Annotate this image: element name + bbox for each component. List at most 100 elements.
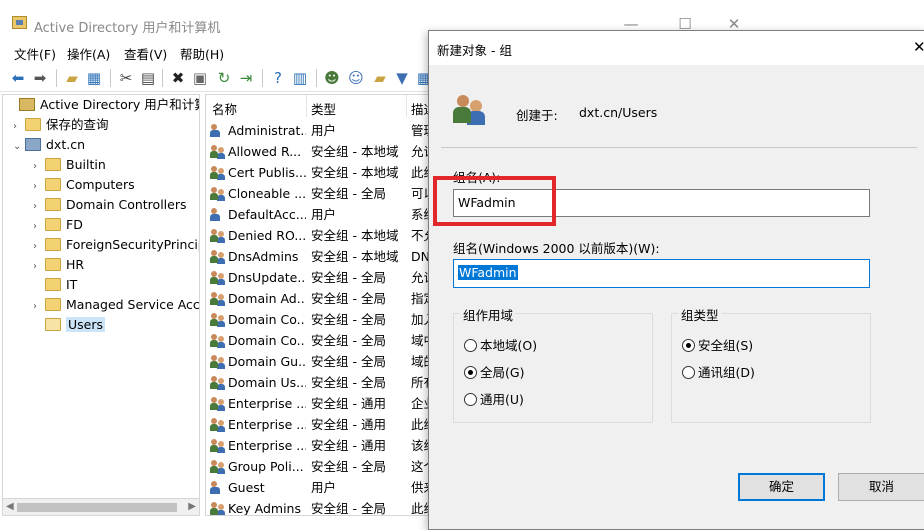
delete-icon[interactable]: ✖ bbox=[168, 68, 188, 88]
list-item[interactable]: Domain Co...安全组 - 全局域中 bbox=[206, 330, 429, 351]
ok-button[interactable]: 确定 bbox=[738, 473, 825, 501]
tree-node[interactable]: › HR bbox=[33, 255, 84, 275]
object-type: 安全组 - 全局 bbox=[311, 459, 386, 474]
list-item[interactable]: Cloneable ...安全组 - 全局可以 bbox=[206, 183, 429, 204]
list-item[interactable]: Group Poli...安全组 - 全局这个 bbox=[206, 456, 429, 477]
list-item[interactable]: Cert Publis...安全组 - 本地域此组 bbox=[206, 162, 429, 183]
scope-domain-local-radio[interactable]: 本地域(O) bbox=[464, 338, 537, 354]
created-in-path: dxt.cn/Users bbox=[579, 105, 658, 120]
group-icon bbox=[210, 418, 226, 432]
list-item[interactable]: Domain Co...安全组 - 全局加入 bbox=[206, 309, 429, 330]
group-name-pre2000-label: 组名(Windows 2000 以前版本)(W): bbox=[453, 241, 660, 256]
cut-icon[interactable]: ✂ bbox=[116, 68, 136, 88]
tree-node[interactable]: › ForeignSecurityPrincipals bbox=[33, 235, 199, 257]
menu-help[interactable]: 帮助(H) bbox=[180, 44, 224, 63]
scroll-right-icon[interactable]: ▶ bbox=[188, 501, 196, 512]
help-icon[interactable]: ? bbox=[268, 68, 288, 88]
back-arrow-icon[interactable]: ⬅ bbox=[8, 68, 28, 88]
list-item[interactable]: Allowed R...安全组 - 本地域允许 bbox=[206, 141, 429, 162]
export-icon[interactable]: ⇥ bbox=[236, 68, 256, 88]
list-item[interactable]: DnsAdmins安全组 - 本地域DNS bbox=[206, 246, 429, 267]
group-type-title: 组类型 bbox=[678, 305, 722, 324]
tree-node[interactable]: Users bbox=[33, 315, 106, 335]
collapsed-chevron-icon[interactable]: › bbox=[33, 257, 45, 277]
new-user-icon[interactable]: ☻ bbox=[322, 68, 342, 88]
refresh-icon[interactable]: ↻ bbox=[214, 68, 234, 88]
type-distribution-radio[interactable]: 通讯组(D) bbox=[682, 365, 755, 381]
radio-circle bbox=[464, 339, 477, 352]
new-ou-icon[interactable]: ▰ bbox=[370, 68, 390, 88]
list-header: 名称 类型 描述 bbox=[206, 95, 429, 118]
forward-arrow-icon[interactable]: ➡ bbox=[30, 68, 50, 88]
scope-universal-radio[interactable]: 通用(U) bbox=[464, 392, 524, 408]
tree-node[interactable]: Active Directory 用户和计算机 bbox=[7, 95, 199, 115]
console-icon[interactable]: ▥ bbox=[290, 68, 310, 88]
group-name-pre2000-input[interactable]: WFadmin bbox=[453, 259, 870, 288]
tree-node[interactable]: › Domain Controllers bbox=[33, 195, 186, 215]
object-name: Guest bbox=[228, 480, 265, 495]
column-header-name[interactable]: 名称 bbox=[212, 99, 237, 118]
tree-node[interactable]: › Managed Service Accounts bbox=[33, 295, 199, 317]
object-name: Enterprise ... bbox=[228, 438, 306, 453]
cancel-button[interactable]: 取消 bbox=[838, 473, 924, 501]
collapsed-chevron-icon[interactable]: › bbox=[13, 117, 25, 137]
properties-icon[interactable]: ▣ bbox=[190, 68, 210, 88]
list-item[interactable]: Enterprise ...安全组 - 通用该组 bbox=[206, 435, 429, 456]
scroll-left-icon[interactable]: ◀ bbox=[6, 501, 14, 512]
list-item[interactable]: Domain Ad...安全组 - 全局指定 bbox=[206, 288, 429, 309]
object-type: 安全组 - 全局 bbox=[311, 312, 386, 327]
tree-node[interactable]: IT bbox=[33, 275, 77, 295]
folder-icon bbox=[45, 178, 61, 191]
radio-label: 全局(G) bbox=[480, 365, 525, 380]
new-group-icon[interactable]: ☺ bbox=[346, 68, 366, 88]
object-type: 安全组 - 本地域 bbox=[311, 228, 399, 243]
collapsed-chevron-icon[interactable]: › bbox=[33, 237, 45, 257]
collapsed-chevron-icon[interactable]: › bbox=[33, 177, 45, 197]
collapsed-chevron-icon[interactable]: › bbox=[33, 217, 45, 237]
tree-node[interactable]: ⌄ dxt.cn bbox=[13, 135, 85, 155]
list-item[interactable]: Enterprise ...安全组 - 通用此组 bbox=[206, 414, 429, 435]
object-name: Enterprise ... bbox=[228, 417, 306, 432]
scope-global-radio[interactable]: 全局(G) bbox=[464, 365, 524, 381]
tree-node[interactable]: › Builtin bbox=[33, 155, 106, 175]
list-item[interactable]: Key Admins安全组 - 全局此组 bbox=[206, 498, 429, 516]
list-item[interactable]: Domain Gu...安全组 - 全局域的 bbox=[206, 351, 429, 372]
filter-icon[interactable]: ▼ bbox=[392, 68, 412, 88]
list-item[interactable]: Enterprise ...安全组 - 通用企业 bbox=[206, 393, 429, 414]
type-security-radio[interactable]: 安全组(S) bbox=[682, 338, 753, 354]
expanded-chevron-icon[interactable]: ⌄ bbox=[13, 137, 25, 157]
column-header-type[interactable]: 类型 bbox=[311, 99, 336, 118]
tree-node-label: ForeignSecurityPrincipals bbox=[66, 237, 199, 252]
list-item[interactable]: Guest用户供来 bbox=[206, 477, 429, 498]
aduc-root-icon bbox=[19, 98, 35, 111]
object-type: 安全组 - 全局 bbox=[311, 186, 386, 201]
group-scope-title: 组作用域 bbox=[460, 305, 517, 324]
list-item[interactable]: Denied RO...安全组 - 本地域不允 bbox=[206, 225, 429, 246]
tree-node[interactable]: › 保存的查询 bbox=[13, 115, 109, 135]
menu-view[interactable]: 查看(V) bbox=[124, 44, 167, 63]
object-name: Key Admins bbox=[228, 501, 301, 516]
list-item[interactable]: Administrat...用户管理 bbox=[206, 120, 429, 141]
object-type: 安全组 - 本地域 bbox=[311, 249, 399, 264]
object-type: 安全组 - 全局 bbox=[311, 375, 386, 390]
folder-icon bbox=[45, 218, 61, 231]
copy-icon[interactable]: ▤ bbox=[138, 68, 158, 88]
object-name: Domain Ad... bbox=[228, 291, 306, 306]
collapsed-chevron-icon[interactable]: › bbox=[33, 197, 45, 217]
collapsed-chevron-icon[interactable]: › bbox=[33, 297, 45, 317]
show-tree-icon[interactable]: ▦ bbox=[84, 68, 104, 88]
tree-node[interactable]: › FD bbox=[33, 215, 83, 235]
menu-action[interactable]: 操作(A) bbox=[67, 44, 110, 63]
list-item[interactable]: Domain Us...安全组 - 全局所有 bbox=[206, 372, 429, 393]
list-item[interactable]: DefaultAcc...用户系统 bbox=[206, 204, 429, 225]
tree-node-label: dxt.cn bbox=[46, 137, 86, 152]
scroll-thumb[interactable] bbox=[17, 503, 177, 512]
tree-node[interactable]: › Computers bbox=[33, 175, 135, 195]
list-item[interactable]: DnsUpdate...安全组 - 全局允许 bbox=[206, 267, 429, 288]
collapsed-chevron-icon[interactable]: › bbox=[33, 157, 45, 177]
tree-horizontal-scrollbar[interactable]: ◀ ▶ bbox=[2, 498, 200, 516]
up-folder-icon[interactable]: ▰ bbox=[62, 68, 82, 88]
group-icon bbox=[210, 166, 226, 180]
dialog-close-icon[interactable]: ✕ bbox=[913, 38, 924, 56]
menu-file[interactable]: 文件(F) bbox=[14, 44, 56, 63]
